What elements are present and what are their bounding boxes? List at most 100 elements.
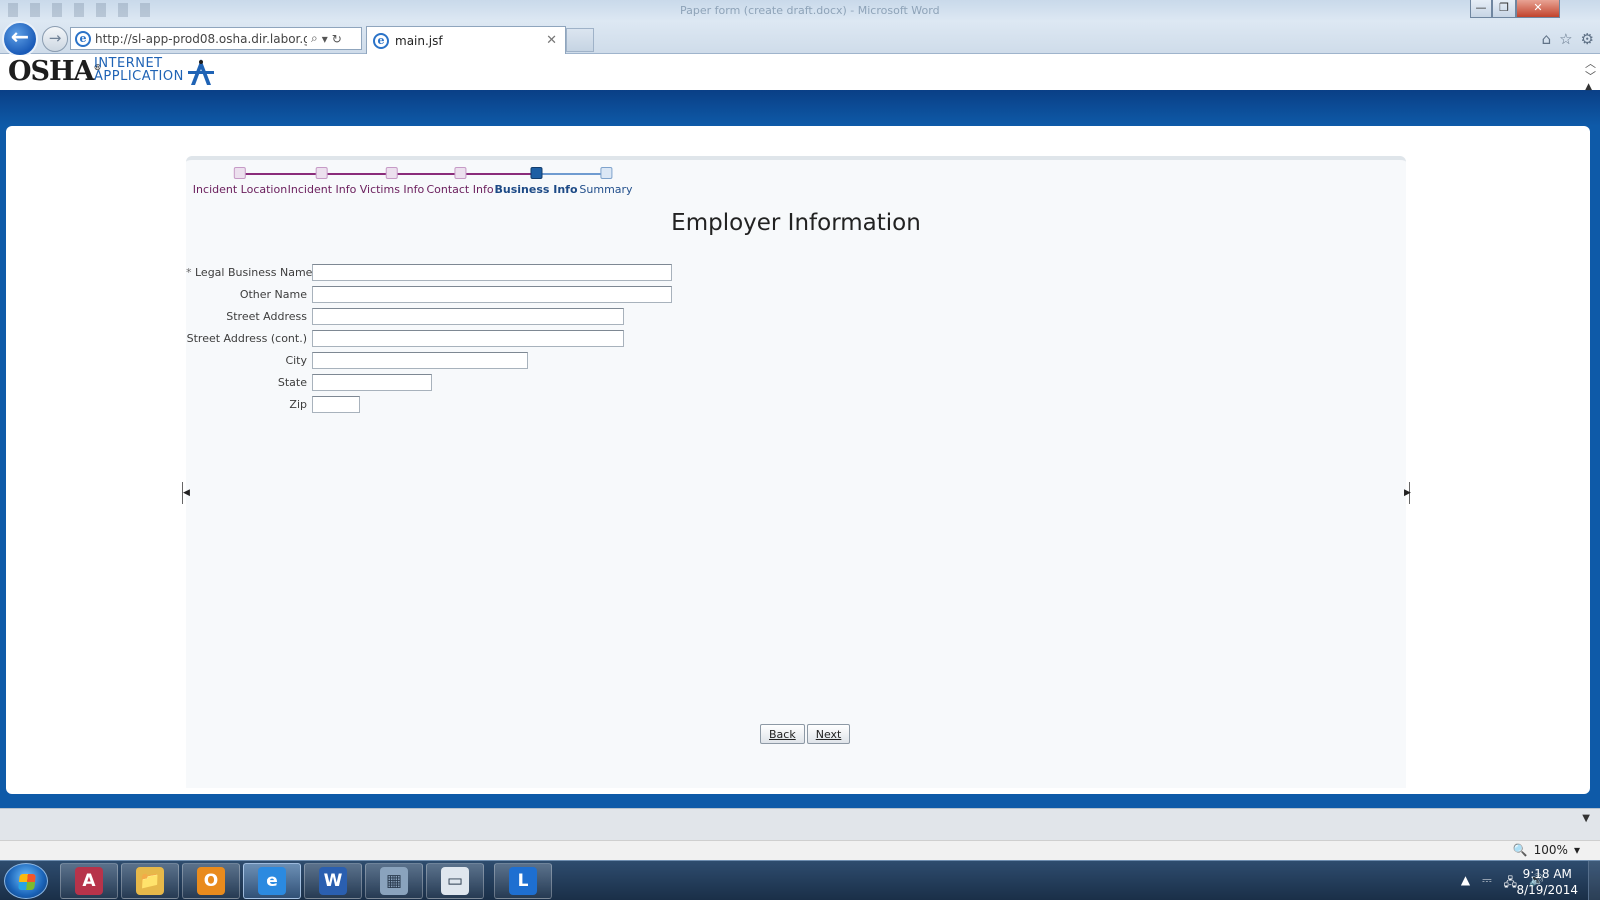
browser-tab[interactable]: e main.jsf ✕ (366, 26, 566, 54)
city-row: City (186, 351, 528, 369)
word-icon: W (319, 867, 347, 895)
train-step-label: Incident Info (287, 183, 357, 196)
legal-business-name-field[interactable] (312, 263, 672, 281)
taskbar-files[interactable]: ▭ (426, 863, 484, 899)
train-step-incident-info[interactable]: Incident Info (287, 164, 357, 196)
safely-remove-hardware-icon[interactable]: ⎓ (1482, 873, 1492, 894)
outlook-icon: O (197, 867, 225, 895)
favorites-star-icon[interactable]: ☆ (1559, 30, 1572, 48)
taskbar-access[interactable]: A (60, 863, 118, 899)
quick-access-toolbar (8, 3, 158, 17)
zip-row: Zip (186, 395, 360, 413)
train-step-marker (529, 167, 542, 179)
city-field[interactable] (312, 351, 528, 369)
right-splitter-handle[interactable]: ▶ (1404, 482, 1411, 504)
train-step-label: Incident Location (192, 183, 288, 196)
train-step-label: Victims Info (359, 183, 425, 196)
logo-text: OSHA (8, 56, 94, 87)
header-scroll-icon[interactable]: ︿ ﹀ (1585, 57, 1596, 83)
show-desktop-button[interactable] (1588, 861, 1600, 900)
train-step-contact-info[interactable]: Contact Info (426, 164, 494, 196)
street-address-cont-row: Street Address (cont.) (186, 329, 624, 347)
taskbar-calculator[interactable]: ▦ (365, 863, 423, 899)
address-bar[interactable]: e http://sl-app-prod08.osha.dir.labor.go… (70, 27, 362, 50)
osha-emblem-icon (188, 59, 214, 85)
zip-label: Zip (289, 397, 307, 411)
page-title: Employer Information (671, 210, 921, 236)
tab-close-icon[interactable]: ✕ (546, 33, 557, 48)
train-step-victims-info[interactable]: Victims Info (359, 164, 425, 196)
dropdown-icon[interactable]: ▾ (322, 32, 328, 46)
zoom-control[interactable]: 🔍 100% ▾ (1513, 843, 1580, 857)
zoom-dropdown-icon[interactable]: ▾ (1574, 843, 1580, 857)
window-title: Paper form (create draft.docx) - Microso… (680, 4, 940, 17)
windows-logo-icon (18, 874, 36, 890)
city-label: City (285, 353, 307, 367)
browser-chrome: Paper form (create draft.docx) - Microso… (0, 0, 1600, 57)
legal-business-name-label: * Legal Business Name (186, 265, 313, 279)
train-step-marker (233, 167, 246, 179)
taskbar-explorer[interactable]: 📁 (121, 863, 179, 899)
back-arrow-icon[interactable]: ← (2, 21, 38, 57)
employer-form-card: ◀ ▶ Incident Location Incident Info Vict… (182, 156, 1411, 788)
taskbar-word[interactable]: W (304, 863, 362, 899)
windows-taskbar: A 📁 O e W ▦ ▭ L ▲ ⎓ 🖧 🔊 9:18 AM 8/19/201… (0, 860, 1600, 900)
gear-icon[interactable]: ⚙ (1581, 30, 1594, 48)
start-button[interactable] (4, 863, 48, 899)
taskbar-outlook[interactable]: O (182, 863, 240, 899)
browser-status-bar: 🔍 100% ▾ (0, 840, 1600, 860)
navigation-buttons: Back Next (760, 724, 851, 744)
tab-title: main.jsf (395, 33, 443, 48)
taskbar-internet-explorer[interactable]: e (243, 863, 301, 899)
address-url[interactable]: http://sl-app-prod08.osha.dir.labor.gov/ (95, 32, 307, 46)
expand-footer-icon[interactable]: ▼ (1582, 813, 1590, 824)
train-step-business-info: Business Info (494, 164, 578, 196)
network-icon[interactable]: 🖧 (1504, 873, 1517, 894)
train-step-label: Business Info (494, 183, 578, 196)
clock-time: 9:18 AM (1522, 867, 1572, 881)
process-train: Incident Location Incident Info Victims … (193, 164, 654, 198)
other-name-label: Other Name (239, 287, 307, 301)
new-tab-button[interactable] (566, 28, 594, 52)
state-label: State (277, 375, 307, 389)
home-icon[interactable]: ⌂ (1542, 30, 1552, 48)
street-address-cont-field[interactable] (312, 329, 624, 347)
internet-explorer-icon: e (258, 867, 286, 895)
clock-date: 8/19/2014 (1516, 883, 1578, 897)
forward-arrow-icon[interactable]: → (42, 26, 68, 52)
train-step-marker (599, 167, 612, 179)
taskbar-lync[interactable]: L (494, 863, 552, 899)
train-step-label: Contact Info (426, 183, 494, 196)
state-field[interactable] (312, 373, 432, 391)
collapse-header-icon[interactable]: ▲ (1585, 82, 1592, 92)
other-name-field[interactable] (312, 285, 672, 303)
system-clock[interactable]: 9:18 AM 8/19/2014 (1516, 866, 1578, 898)
street-address-cont-label: Street Address (cont.) (186, 331, 307, 345)
back-button[interactable]: Back (760, 724, 805, 744)
zip-field[interactable] (312, 395, 360, 413)
app-header: OSHA® INTERNET APPLICATION ︿ ﹀ (0, 55, 1600, 90)
osha-logo: OSHA® (8, 56, 101, 87)
tray-overflow-icon[interactable]: ▲ (1461, 873, 1470, 894)
legal-business-name-row: * Legal Business Name (186, 263, 672, 281)
train-step-marker (315, 167, 328, 179)
train-step-marker (454, 167, 466, 179)
street-address-field[interactable] (312, 307, 624, 325)
left-splitter-handle[interactable]: ◀ (182, 482, 190, 504)
zoom-level: 100% (1533, 843, 1568, 857)
search-icon[interactable]: ⌕ (311, 31, 318, 46)
lync-icon: L (509, 867, 537, 895)
minimize-button[interactable]: — (1470, 0, 1492, 18)
next-button[interactable]: Next (806, 724, 851, 744)
restore-button[interactable]: ❐ (1492, 0, 1516, 18)
document-icon: ▭ (441, 867, 469, 895)
close-window-button[interactable]: ✕ (1516, 0, 1560, 18)
tab-ie-icon: e (373, 32, 389, 49)
ie-toolbar-icons: ⌂ ☆ ⚙ (1542, 30, 1594, 48)
refresh-icon[interactable]: ↻ (332, 32, 342, 46)
train-step-summary[interactable]: Summary (579, 164, 633, 196)
app-subtitle-line2: APPLICATION (94, 69, 184, 84)
train-step-incident-location[interactable]: Incident Location (193, 164, 287, 196)
access-icon: A (75, 867, 103, 895)
street-address-label: Street Address (226, 309, 307, 323)
